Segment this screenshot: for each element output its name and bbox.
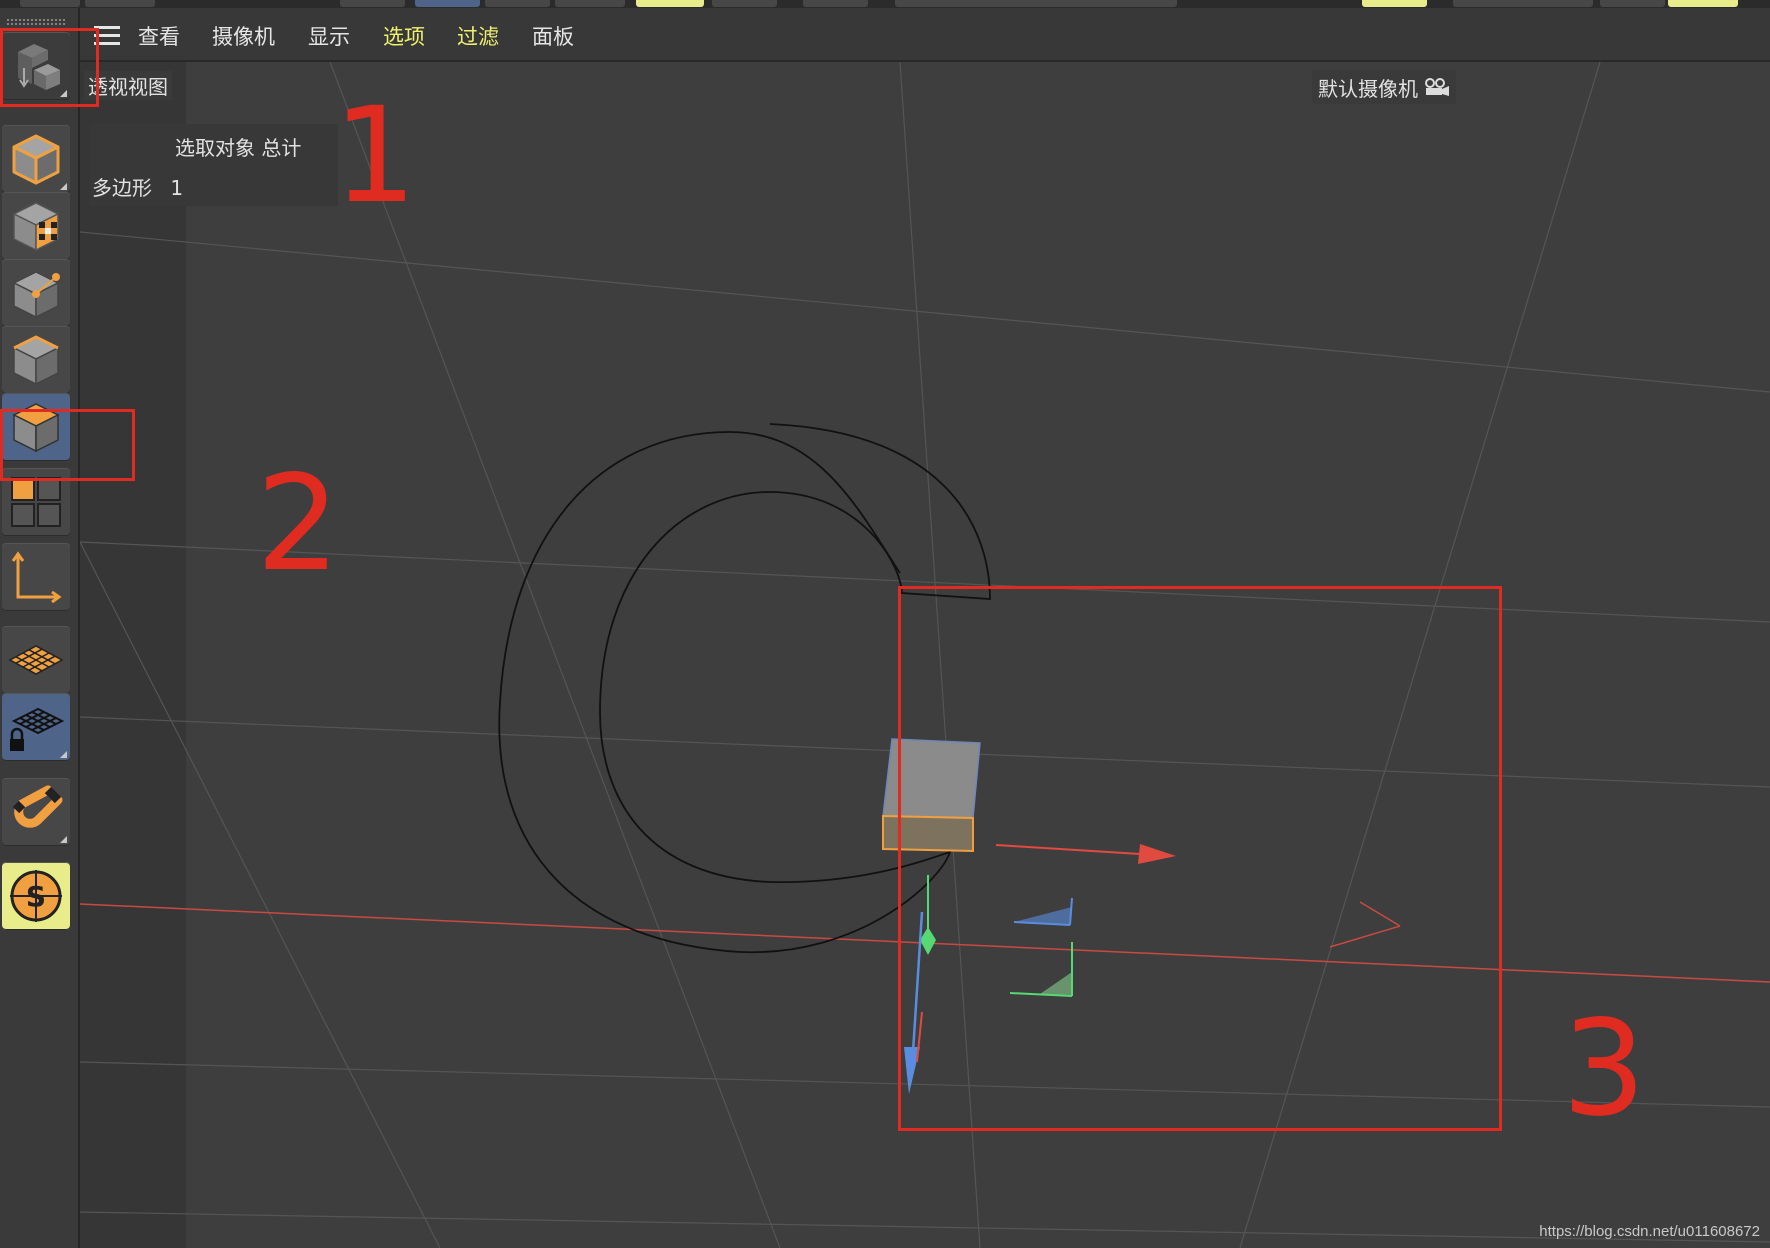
camera-label[interactable]: 默认摄像机 bbox=[1312, 70, 1456, 104]
top-strip-button[interactable] bbox=[340, 0, 405, 7]
top-strip-button[interactable] bbox=[485, 0, 550, 7]
selection-hud: 选取对象 总计 多边形 1 bbox=[90, 124, 338, 206]
workplane-button[interactable] bbox=[2, 626, 70, 694]
top-strip-button[interactable] bbox=[555, 0, 625, 7]
script-s-icon: S bbox=[10, 870, 62, 922]
top-strip-button[interactable] bbox=[895, 0, 1177, 7]
edge-mode-icon bbox=[12, 335, 60, 386]
annotation-box-2 bbox=[0, 409, 135, 481]
model-mode-icon bbox=[12, 134, 60, 185]
hud-polygon-label: 多边形 bbox=[92, 176, 152, 200]
axis-mode-icon bbox=[11, 551, 62, 604]
left-tool-palette: S bbox=[0, 8, 80, 1248]
watermark-url: https://blog.csdn.net/u011608672 bbox=[1539, 1223, 1760, 1240]
axis-mode-button[interactable] bbox=[2, 543, 70, 611]
top-strip-button[interactable] bbox=[85, 0, 155, 7]
top-strip-button[interactable] bbox=[1600, 0, 1665, 7]
annotation-box-1 bbox=[0, 28, 99, 107]
top-strip-button[interactable] bbox=[803, 0, 868, 7]
menu-display[interactable]: 显示 bbox=[308, 21, 350, 51]
palette-grip[interactable] bbox=[6, 18, 66, 26]
texture-mode-button[interactable] bbox=[2, 192, 70, 260]
edge-mode-button[interactable] bbox=[2, 326, 70, 394]
top-strip-button[interactable] bbox=[712, 0, 777, 7]
point-mode-button[interactable] bbox=[2, 259, 70, 327]
submenu-corner bbox=[60, 751, 67, 758]
menu-options[interactable]: 选项 bbox=[383, 21, 425, 51]
hud-polygon-row: 多边形 1 bbox=[92, 172, 183, 201]
uv-mode-icon bbox=[11, 477, 61, 527]
menu-view[interactable]: 查看 bbox=[138, 21, 180, 51]
svg-text:S: S bbox=[26, 880, 46, 913]
annotation-box-3 bbox=[898, 586, 1502, 1131]
point-mode-icon bbox=[12, 271, 60, 319]
annotation-number-1: 1 bbox=[333, 79, 417, 233]
menu-camera[interactable]: 摄像机 bbox=[212, 21, 275, 51]
top-strip-button[interactable] bbox=[1453, 0, 1593, 7]
submenu-corner bbox=[60, 836, 67, 843]
camera-icon bbox=[1425, 78, 1449, 96]
workplane-icon bbox=[8, 645, 64, 675]
snap-button[interactable] bbox=[2, 778, 70, 846]
top-strip-button[interactable] bbox=[636, 0, 704, 7]
annotation-number-2: 2 bbox=[256, 447, 340, 601]
hud-polygon-count: 1 bbox=[170, 176, 184, 200]
snap-magnet-icon bbox=[12, 785, 63, 828]
menu-filter[interactable]: 过滤 bbox=[457, 21, 499, 51]
top-toolbar-strip bbox=[0, 0, 1770, 8]
submenu-corner bbox=[60, 183, 67, 190]
locked-workplane-icon bbox=[10, 707, 64, 751]
annotation-number-3: 3 bbox=[1562, 992, 1646, 1146]
viewport-menubar: 查看 摄像机 显示 选项 过滤 面板 bbox=[80, 8, 1770, 62]
texture-mode-icon bbox=[12, 202, 60, 252]
top-strip-button[interactable] bbox=[20, 0, 80, 7]
hud-header: 选取对象 总计 bbox=[175, 136, 302, 160]
model-mode-button[interactable] bbox=[2, 125, 70, 193]
top-strip-button[interactable] bbox=[415, 0, 480, 7]
camera-name: 默认摄像机 bbox=[1318, 76, 1418, 101]
script-button[interactable]: S bbox=[2, 862, 70, 930]
top-strip-button[interactable] bbox=[1362, 0, 1427, 7]
top-strip-button[interactable] bbox=[1668, 0, 1738, 7]
locked-workplane-button[interactable] bbox=[2, 693, 70, 761]
menu-panel[interactable]: 面板 bbox=[532, 21, 574, 51]
